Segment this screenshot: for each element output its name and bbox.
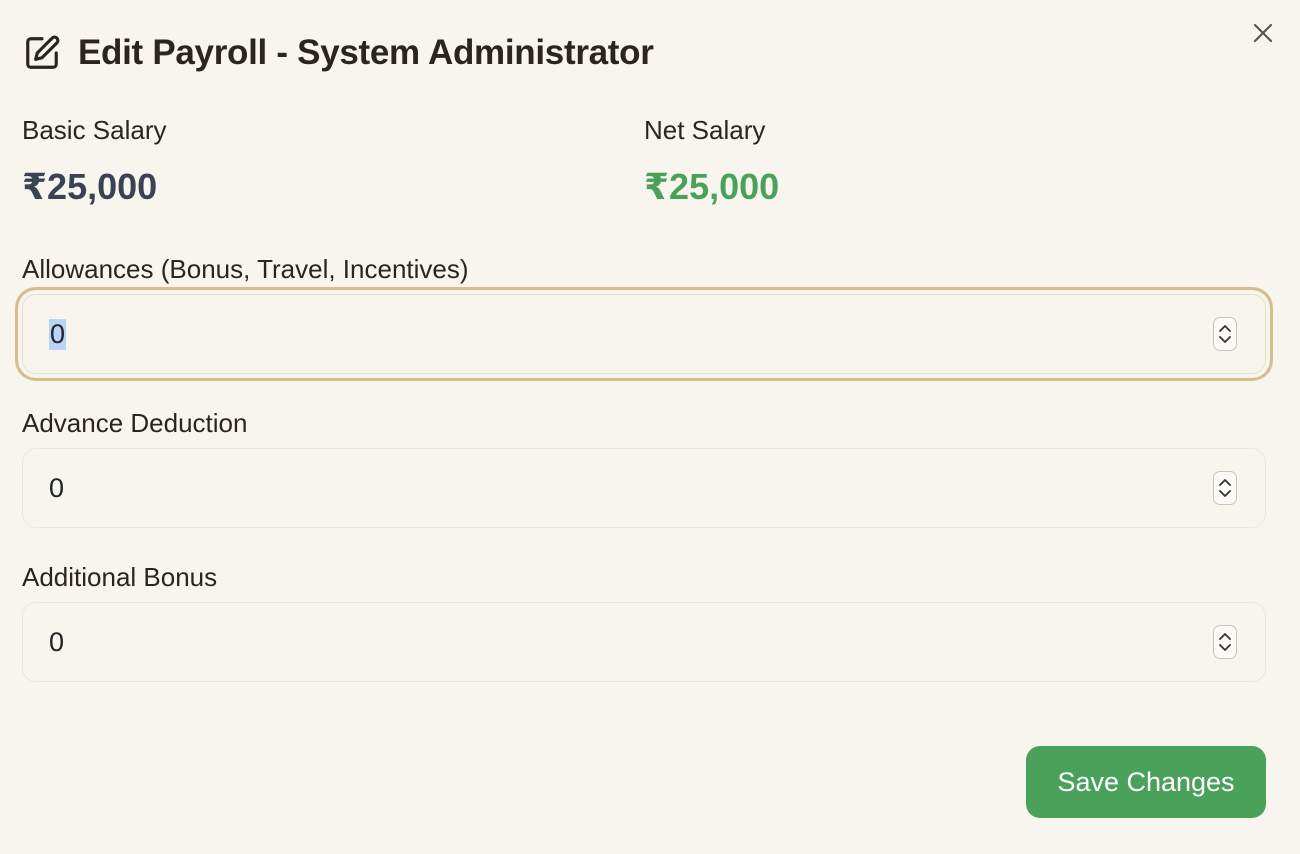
advance-deduction-value: 0 [49,472,65,503]
allowances-input[interactable]: 0 [22,294,1266,374]
chevron-up-icon[interactable] [1218,324,1232,332]
advance-deduction-input[interactable]: 0 [22,448,1266,528]
basic-salary-value: ₹25,000 [22,166,158,207]
chevron-up-icon[interactable] [1218,632,1232,640]
net-salary-label: Net Salary [644,115,766,145]
chevron-down-icon[interactable] [1218,336,1232,344]
allowances-stepper[interactable] [1213,317,1237,351]
chevron-up-icon[interactable] [1218,478,1232,486]
advance-deduction-label: Advance Deduction [22,408,248,438]
dialog-title: Edit Payroll - System Administrator [78,33,654,72]
chevron-down-icon[interactable] [1218,490,1232,498]
close-icon [1252,22,1274,49]
allowances-label: Allowances (Bonus, Travel, Incentives) [22,254,469,284]
chevron-down-icon[interactable] [1218,644,1232,652]
additional-bonus-stepper[interactable] [1213,625,1237,659]
salary-summary: Basic Salary ₹25,000 Net Salary ₹25,000 [22,115,1266,208]
additional-bonus-input[interactable]: 0 [22,602,1266,682]
close-button[interactable] [1248,20,1278,50]
allowances-value: 0 [49,318,67,350]
additional-bonus-value: 0 [49,626,65,657]
dialog-header: Edit Payroll - System Administrator [22,30,654,76]
basic-salary-block: Basic Salary ₹25,000 [22,115,644,208]
basic-salary-label: Basic Salary [22,115,167,145]
edit-payroll-dialog: Edit Payroll - System Administrator Basi… [0,0,1300,854]
advance-deduction-stepper[interactable] [1213,471,1237,505]
edit-icon [22,33,62,73]
save-changes-button[interactable]: Save Changes [1026,746,1266,818]
net-salary-value: ₹25,000 [644,166,780,207]
additional-bonus-label: Additional Bonus [22,562,218,592]
net-salary-block: Net Salary ₹25,000 [644,115,1266,208]
